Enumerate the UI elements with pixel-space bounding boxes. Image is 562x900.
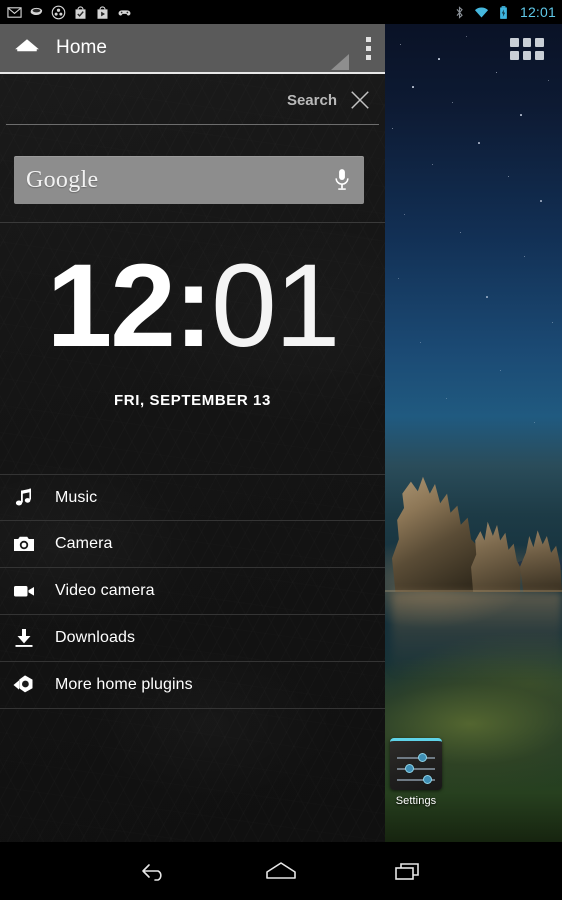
clock-date: FRI, SEPTEMBER 13	[114, 392, 271, 409]
list-item-label: Downloads	[55, 629, 136, 646]
camera-icon	[10, 530, 38, 558]
hangouts-icon	[30, 7, 43, 15]
clock-widget[interactable]: 12:01 FRI, SEPTEMBER 13	[0, 246, 385, 409]
navigation-bar	[0, 842, 562, 900]
close-x-icon[interactable]	[349, 89, 371, 111]
recents-button[interactable]	[382, 849, 434, 893]
google-search-widget[interactable]: Google	[14, 156, 364, 204]
battery-charging-icon	[500, 5, 507, 19]
search-row: Search	[0, 76, 385, 124]
music-note-icon	[10, 484, 38, 512]
settings-sliders-icon	[390, 738, 442, 790]
play-store-update-icon	[75, 5, 86, 19]
google-wordmark: Google	[26, 166, 99, 193]
overflow-menu-button[interactable]	[351, 24, 385, 72]
back-arrow-icon	[141, 864, 162, 881]
home-icon[interactable]	[12, 33, 42, 63]
widget-divider	[0, 222, 385, 223]
list-item-downloads[interactable]: Downloads	[0, 615, 385, 662]
plugin-list: Music Camera Video camera Downloads More…	[0, 474, 385, 709]
games-controller-icon	[118, 9, 131, 15]
list-item-label: Video camera	[55, 582, 155, 599]
app-drawer-button[interactable]	[510, 38, 544, 60]
recent-apps-icon	[395, 863, 420, 880]
list-item-label: More home plugins	[55, 676, 193, 693]
list-item-more-home-plugins[interactable]: More home plugins	[0, 662, 385, 709]
clock-separator: :	[173, 240, 213, 372]
list-item-label: Music	[55, 488, 98, 506]
bluetooth-icon	[456, 5, 463, 19]
wifi-icon	[474, 6, 489, 18]
clock-time: 12:01	[0, 246, 385, 366]
page-title: Home	[56, 37, 108, 58]
download-icon	[10, 624, 38, 652]
home-button[interactable]	[255, 849, 307, 893]
panel-background	[0, 24, 385, 842]
clock-minute: 01	[211, 240, 340, 372]
list-item-music[interactable]: Music	[0, 474, 385, 521]
grid-cell	[510, 38, 519, 47]
grid-cell	[522, 51, 532, 60]
grid-cell	[535, 51, 544, 60]
home-settings-panel: Home Search Google 12:01 FRI, SEPTEMBER …	[0, 24, 385, 842]
status-system-icons: 12:01	[452, 4, 556, 20]
home-plugins-icon	[10, 671, 38, 699]
clock-hour: 12	[46, 240, 176, 372]
shortcut-settings[interactable]: Settings	[390, 738, 442, 816]
panel-action-bar: Home	[0, 24, 385, 74]
grid-cell	[535, 38, 544, 47]
search-underline	[6, 124, 379, 125]
video-camera-icon	[10, 577, 38, 605]
list-item-video-camera[interactable]: Video camera	[0, 568, 385, 615]
list-item-label: Camera	[55, 535, 113, 552]
home-outline-icon	[266, 862, 296, 879]
list-item-camera[interactable]: Camera	[0, 521, 385, 568]
water-reflection	[392, 592, 562, 676]
status-bar: 12:01	[0, 0, 562, 24]
shortcut-label: Settings	[395, 795, 437, 807]
status-bar-clock: 12:01	[519, 4, 556, 20]
gmail-icon	[7, 6, 22, 18]
google-plus-icon	[51, 5, 66, 19]
microphone-icon[interactable]	[332, 167, 352, 193]
status-notification-icons	[7, 5, 452, 20]
grid-cell	[522, 38, 532, 47]
play-store-icon	[97, 5, 108, 19]
search-label: Search	[286, 91, 337, 109]
android-screen: Settings Home Search Google 12:01 FRI, S…	[0, 0, 562, 900]
back-button[interactable]	[128, 849, 180, 893]
grid-cell	[510, 51, 519, 60]
